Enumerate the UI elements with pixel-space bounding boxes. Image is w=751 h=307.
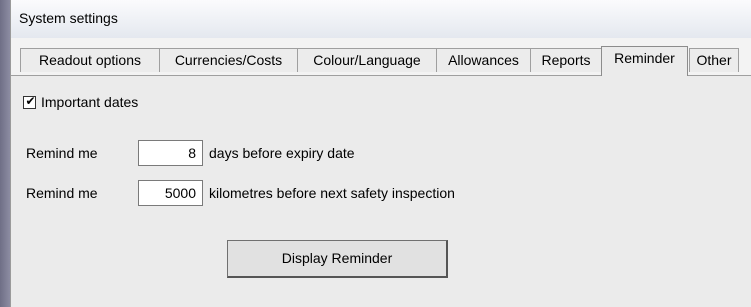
tab-allowances[interactable]: Allowances	[436, 48, 531, 72]
tab-reminder[interactable]: Reminder	[601, 46, 688, 76]
km-row-suffix: kilometres before next safety inspection	[209, 185, 455, 201]
tab-other[interactable]: Other	[689, 48, 739, 72]
tab-reports[interactable]: Reports	[530, 48, 602, 72]
days-row-prefix: Remind me	[26, 145, 98, 161]
reminder-panel: ✔ Important dates Remind me 8 days befor…	[11, 76, 751, 307]
days-row-suffix: days before expiry date	[209, 145, 355, 161]
tab-readout-options[interactable]: Readout options	[20, 48, 160, 72]
settings-window: System settings Readout options Currenci…	[10, 0, 751, 307]
window-title: System settings	[19, 10, 118, 26]
tab-currencies-costs[interactable]: Currencies/Costs	[159, 48, 298, 72]
display-reminder-button[interactable]: Display Reminder	[227, 240, 448, 278]
title-bar: System settings	[11, 0, 751, 39]
tab-strip: Readout options Currencies/Costs Colour/…	[11, 38, 751, 76]
km-row-prefix: Remind me	[26, 185, 98, 201]
desktop-background-strip	[0, 0, 10, 307]
tab-colour-language[interactable]: Colour/Language	[297, 48, 437, 72]
km-before-inspection-field[interactable]: 5000	[138, 180, 203, 206]
important-dates-label[interactable]: Important dates	[41, 94, 138, 110]
important-dates-checkbox[interactable]: ✔	[23, 94, 36, 109]
days-before-expiry-field[interactable]: 8	[138, 140, 203, 166]
checkmark-icon: ✔	[25, 94, 36, 108]
